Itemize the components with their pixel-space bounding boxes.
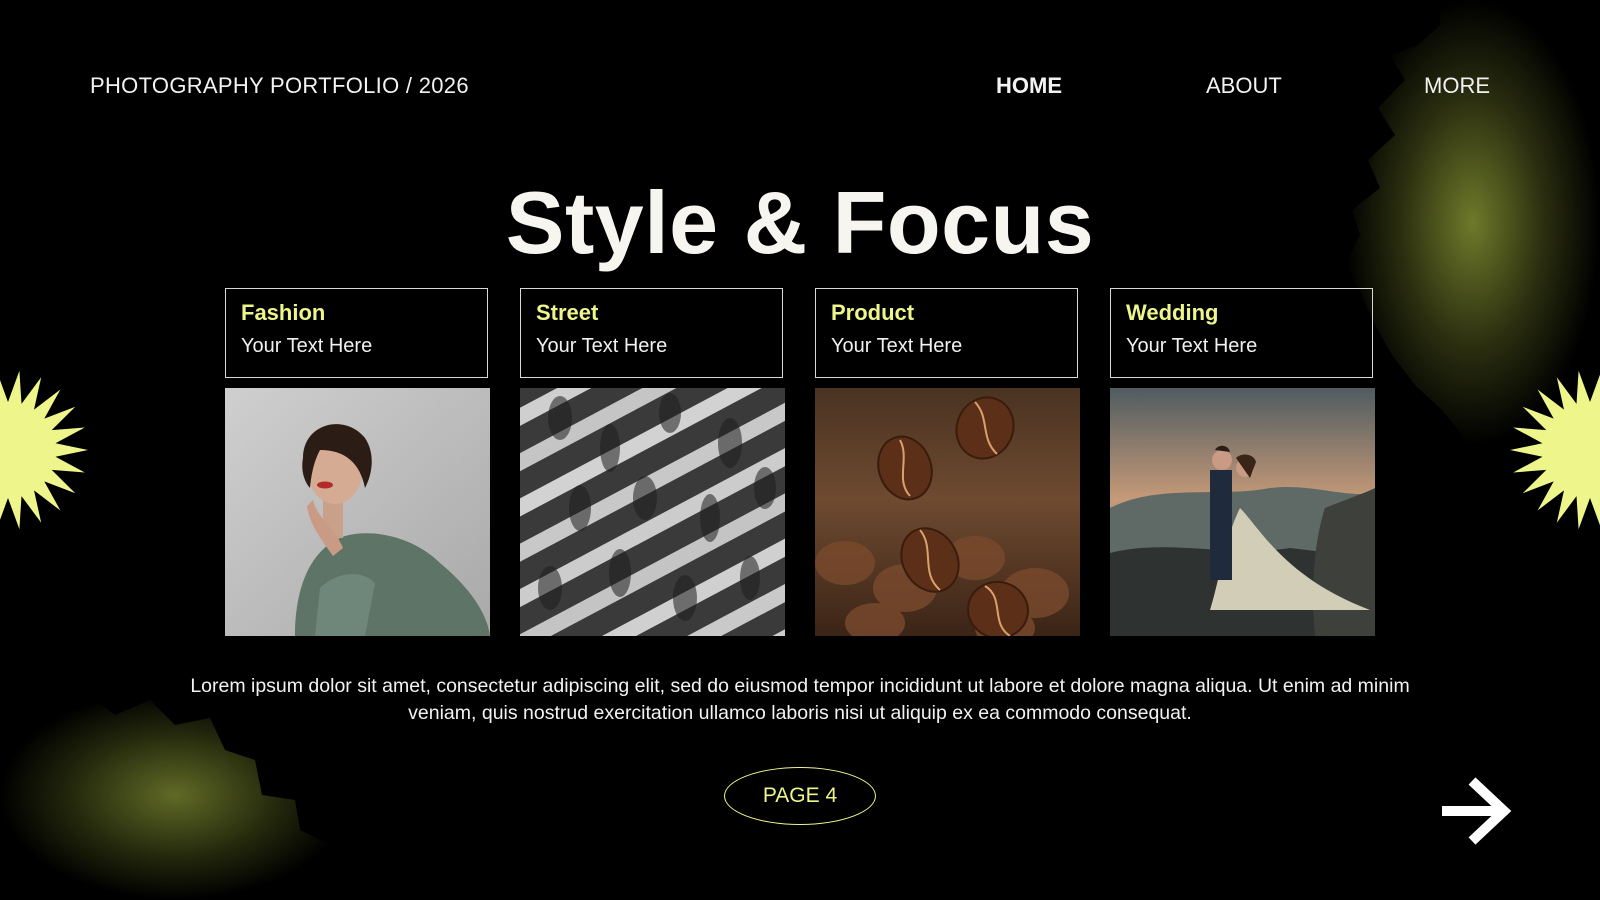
category-card-street: Street Your Text Here (520, 288, 783, 378)
card-title: Product (831, 300, 915, 325)
card-text: Your Text Here (831, 335, 963, 358)
card-text: Your Text Here (536, 335, 668, 358)
starburst-right-icon (1510, 370, 1600, 530)
card-title: Street (536, 300, 599, 325)
starburst-left-icon (0, 370, 88, 530)
card-text: Your Text Here (241, 335, 373, 358)
arrow-right-icon[interactable] (1440, 775, 1512, 847)
card-title: Wedding (1126, 300, 1219, 325)
nav-about[interactable]: ABOUT (1206, 73, 1282, 99)
fashion-photo (225, 388, 490, 636)
category-card-wedding: Wedding Your Text Here (1110, 288, 1373, 378)
street-photo (520, 388, 785, 636)
category-card-fashion: Fashion Your Text Here (225, 288, 488, 378)
card-text: Your Text Here (1126, 335, 1258, 358)
brand-title: PHOTOGRAPHY PORTFOLIO / 2026 (90, 73, 469, 98)
page-title: Style & Focus (505, 173, 1095, 272)
nav-home[interactable]: HOME (996, 73, 1062, 99)
description-text: Lorem ipsum dolor sit amet, consectetur … (190, 675, 1410, 724)
product-photo (815, 388, 1080, 636)
card-title: Fashion (241, 300, 326, 325)
page-indicator-button[interactable]: PAGE 4 (724, 767, 876, 825)
nav-more[interactable]: MORE (1424, 73, 1490, 99)
category-card-product: Product Your Text Here (815, 288, 1078, 378)
wedding-photo (1110, 388, 1375, 636)
